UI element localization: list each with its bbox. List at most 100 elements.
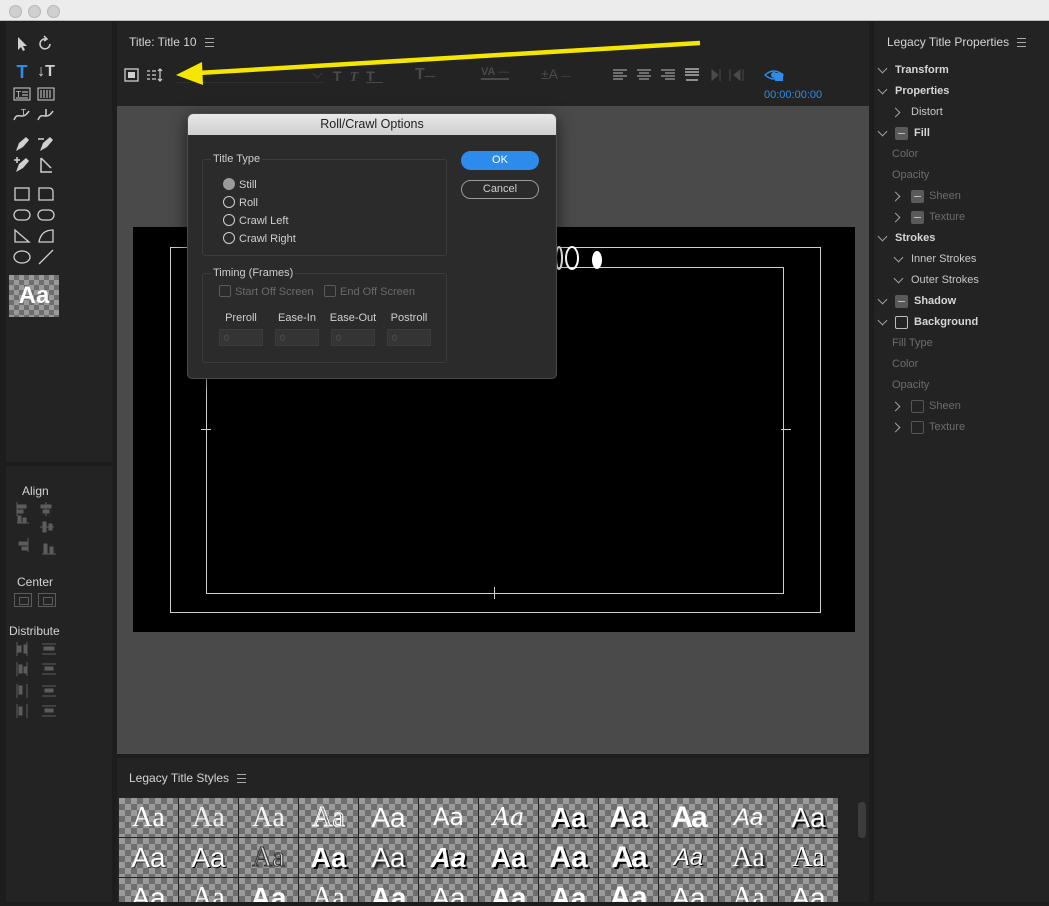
distort-section[interactable]: Distort — [911, 106, 943, 118]
ellipse-tool-icon[interactable] — [12, 248, 32, 266]
style-swatch[interactable]: Aa — [239, 798, 298, 837]
style-swatch[interactable]: Aa — [659, 798, 718, 837]
ease-out-field[interactable]: 0 — [331, 329, 375, 346]
radio-crawl-left[interactable]: Crawl Left — [223, 214, 289, 227]
style-swatch[interactable]: Aa — [119, 878, 178, 902]
postroll-field[interactable]: 0 — [387, 329, 431, 346]
style-swatch[interactable]: Aa — [119, 798, 178, 837]
vertical-area-type-tool-icon[interactable] — [36, 85, 56, 103]
properties-chevron-icon[interactable] — [877, 84, 888, 95]
rectangle-tool-icon[interactable] — [12, 185, 32, 203]
style-swatch[interactable]: Aa — [359, 838, 418, 877]
style-swatch[interactable]: Aa — [719, 798, 778, 837]
fill-texture-chevron-icon[interactable] — [890, 212, 901, 223]
style-swatch[interactable]: Aa — [119, 838, 178, 877]
new-title-based-on-current-icon[interactable] — [123, 67, 141, 83]
rounded-rectangle-tool-icon[interactable] — [36, 206, 56, 224]
strokes-section[interactable]: Strokes — [895, 232, 935, 244]
preroll-field[interactable]: 0 — [219, 329, 263, 346]
transform-section[interactable]: Transform — [895, 64, 949, 76]
convert-anchor-point-tool-icon[interactable] — [36, 156, 56, 174]
fill-sheen-chevron-icon[interactable] — [890, 191, 901, 202]
style-swatch[interactable]: Aa — [779, 838, 838, 877]
cancel-button[interactable]: Cancel — [461, 180, 539, 199]
style-swatch[interactable]: Aa — [299, 838, 358, 877]
style-swatch[interactable]: Aa — [719, 838, 778, 877]
show-background-video-icon[interactable] — [763, 67, 785, 83]
fill-section[interactable]: Fill — [914, 127, 930, 139]
style-swatch[interactable]: Aa — [179, 798, 238, 837]
pen-tool-icon[interactable] — [12, 135, 32, 153]
style-swatch[interactable]: Aa — [479, 798, 538, 837]
timecode-display[interactable]: 00:00:00:00 — [764, 89, 822, 101]
background-checkbox[interactable] — [895, 316, 908, 329]
close-window-button[interactable] — [9, 5, 22, 18]
style-swatch[interactable]: Aa — [419, 838, 478, 877]
style-swatch[interactable]: Aa — [239, 878, 298, 902]
radio-still[interactable]: Still — [223, 178, 257, 191]
style-swatch[interactable]: Aa — [179, 838, 238, 877]
style-swatch[interactable]: Aa — [659, 838, 718, 877]
end-off-screen-checkbox[interactable]: End Off Screen — [324, 285, 415, 298]
shadow-chevron-icon[interactable] — [877, 294, 888, 305]
background-chevron-icon[interactable] — [877, 315, 888, 326]
style-swatch[interactable]: Aa — [479, 838, 538, 877]
style-swatch[interactable]: Aa — [179, 878, 238, 902]
selection-tool-icon[interactable] — [12, 35, 32, 53]
arc-tool-icon[interactable] — [36, 227, 56, 245]
line-tool-icon[interactable] — [36, 248, 56, 266]
radio-roll[interactable]: Roll — [223, 196, 258, 209]
inner-strokes-chevron-icon[interactable] — [893, 252, 904, 263]
rounded-corner-rectangle-tool-icon[interactable] — [36, 185, 56, 203]
properties-section[interactable]: Properties — [895, 85, 949, 97]
add-anchor-point-tool-icon[interactable] — [12, 156, 32, 174]
style-swatch[interactable]: Aa — [539, 878, 598, 902]
style-swatch[interactable]: Aa — [479, 878, 538, 902]
fill-chevron-icon[interactable] — [877, 126, 888, 137]
minimize-window-button[interactable] — [28, 5, 41, 18]
style-swatch[interactable]: Aa — [599, 838, 658, 877]
strokes-chevron-icon[interactable] — [877, 231, 888, 242]
style-swatch[interactable]: Aa — [359, 798, 418, 837]
center-horizontal-button[interactable] — [14, 593, 32, 607]
inner-strokes-section[interactable]: Inner Strokes — [911, 253, 976, 265]
style-swatch[interactable]: Aa — [779, 878, 838, 902]
radio-crawl-right[interactable]: Crawl Right — [223, 232, 296, 245]
vertical-path-type-tool-icon[interactable] — [36, 106, 56, 124]
type-tool-icon[interactable]: T — [12, 63, 32, 81]
style-swatch[interactable]: Aa — [539, 798, 598, 837]
vertical-type-tool-icon[interactable]: ↓T — [36, 63, 56, 81]
style-swatch[interactable]: Aa — [779, 798, 838, 837]
style-swatch[interactable]: Aa — [599, 798, 658, 837]
properties-panel-tab[interactable]: Legacy Title Properties — [887, 35, 1027, 49]
transform-chevron-icon[interactable] — [877, 63, 888, 74]
style-swatch[interactable]: Aa — [239, 838, 298, 877]
fill-sheen-checkbox[interactable] — [911, 190, 924, 203]
outer-strokes-section[interactable]: Outer Strokes — [911, 274, 979, 286]
background-section[interactable]: Background — [914, 316, 978, 328]
delete-anchor-point-tool-icon[interactable] — [36, 135, 56, 153]
style-swatch[interactable]: Aa — [419, 798, 478, 837]
path-type-tool-icon[interactable]: T — [12, 106, 32, 124]
properties-panel-menu-icon[interactable] — [1017, 38, 1027, 48]
wedge-tool-icon[interactable] — [12, 227, 32, 245]
ease-in-field[interactable]: 0 — [275, 329, 319, 346]
shadow-checkbox[interactable] — [895, 295, 908, 308]
distort-chevron-icon[interactable] — [890, 107, 901, 118]
bg-texture-chevron-icon[interactable] — [890, 422, 901, 433]
style-swatch[interactable]: Aa — [419, 878, 478, 902]
style-swatch[interactable]: Aa — [539, 838, 598, 877]
style-swatch[interactable]: Aa — [359, 878, 418, 902]
clipped-corner-rectangle-tool-icon[interactable] — [12, 206, 32, 224]
style-swatch[interactable]: Aa — [299, 878, 358, 902]
start-off-screen-checkbox[interactable]: Start Off Screen — [219, 285, 314, 298]
style-swatch[interactable]: Aa — [599, 878, 658, 902]
styles-panel-tab[interactable]: Legacy Title Styles — [129, 771, 247, 785]
bg-sheen-chevron-icon[interactable] — [890, 401, 901, 412]
area-type-tool-icon[interactable]: T — [12, 85, 32, 103]
styles-scrollbar[interactable] — [858, 802, 866, 838]
fill-checkbox[interactable] — [895, 127, 908, 140]
shadow-section[interactable]: Shadow — [914, 295, 956, 307]
zoom-window-button[interactable] — [47, 5, 60, 18]
styles-panel-menu-icon[interactable] — [237, 774, 247, 784]
